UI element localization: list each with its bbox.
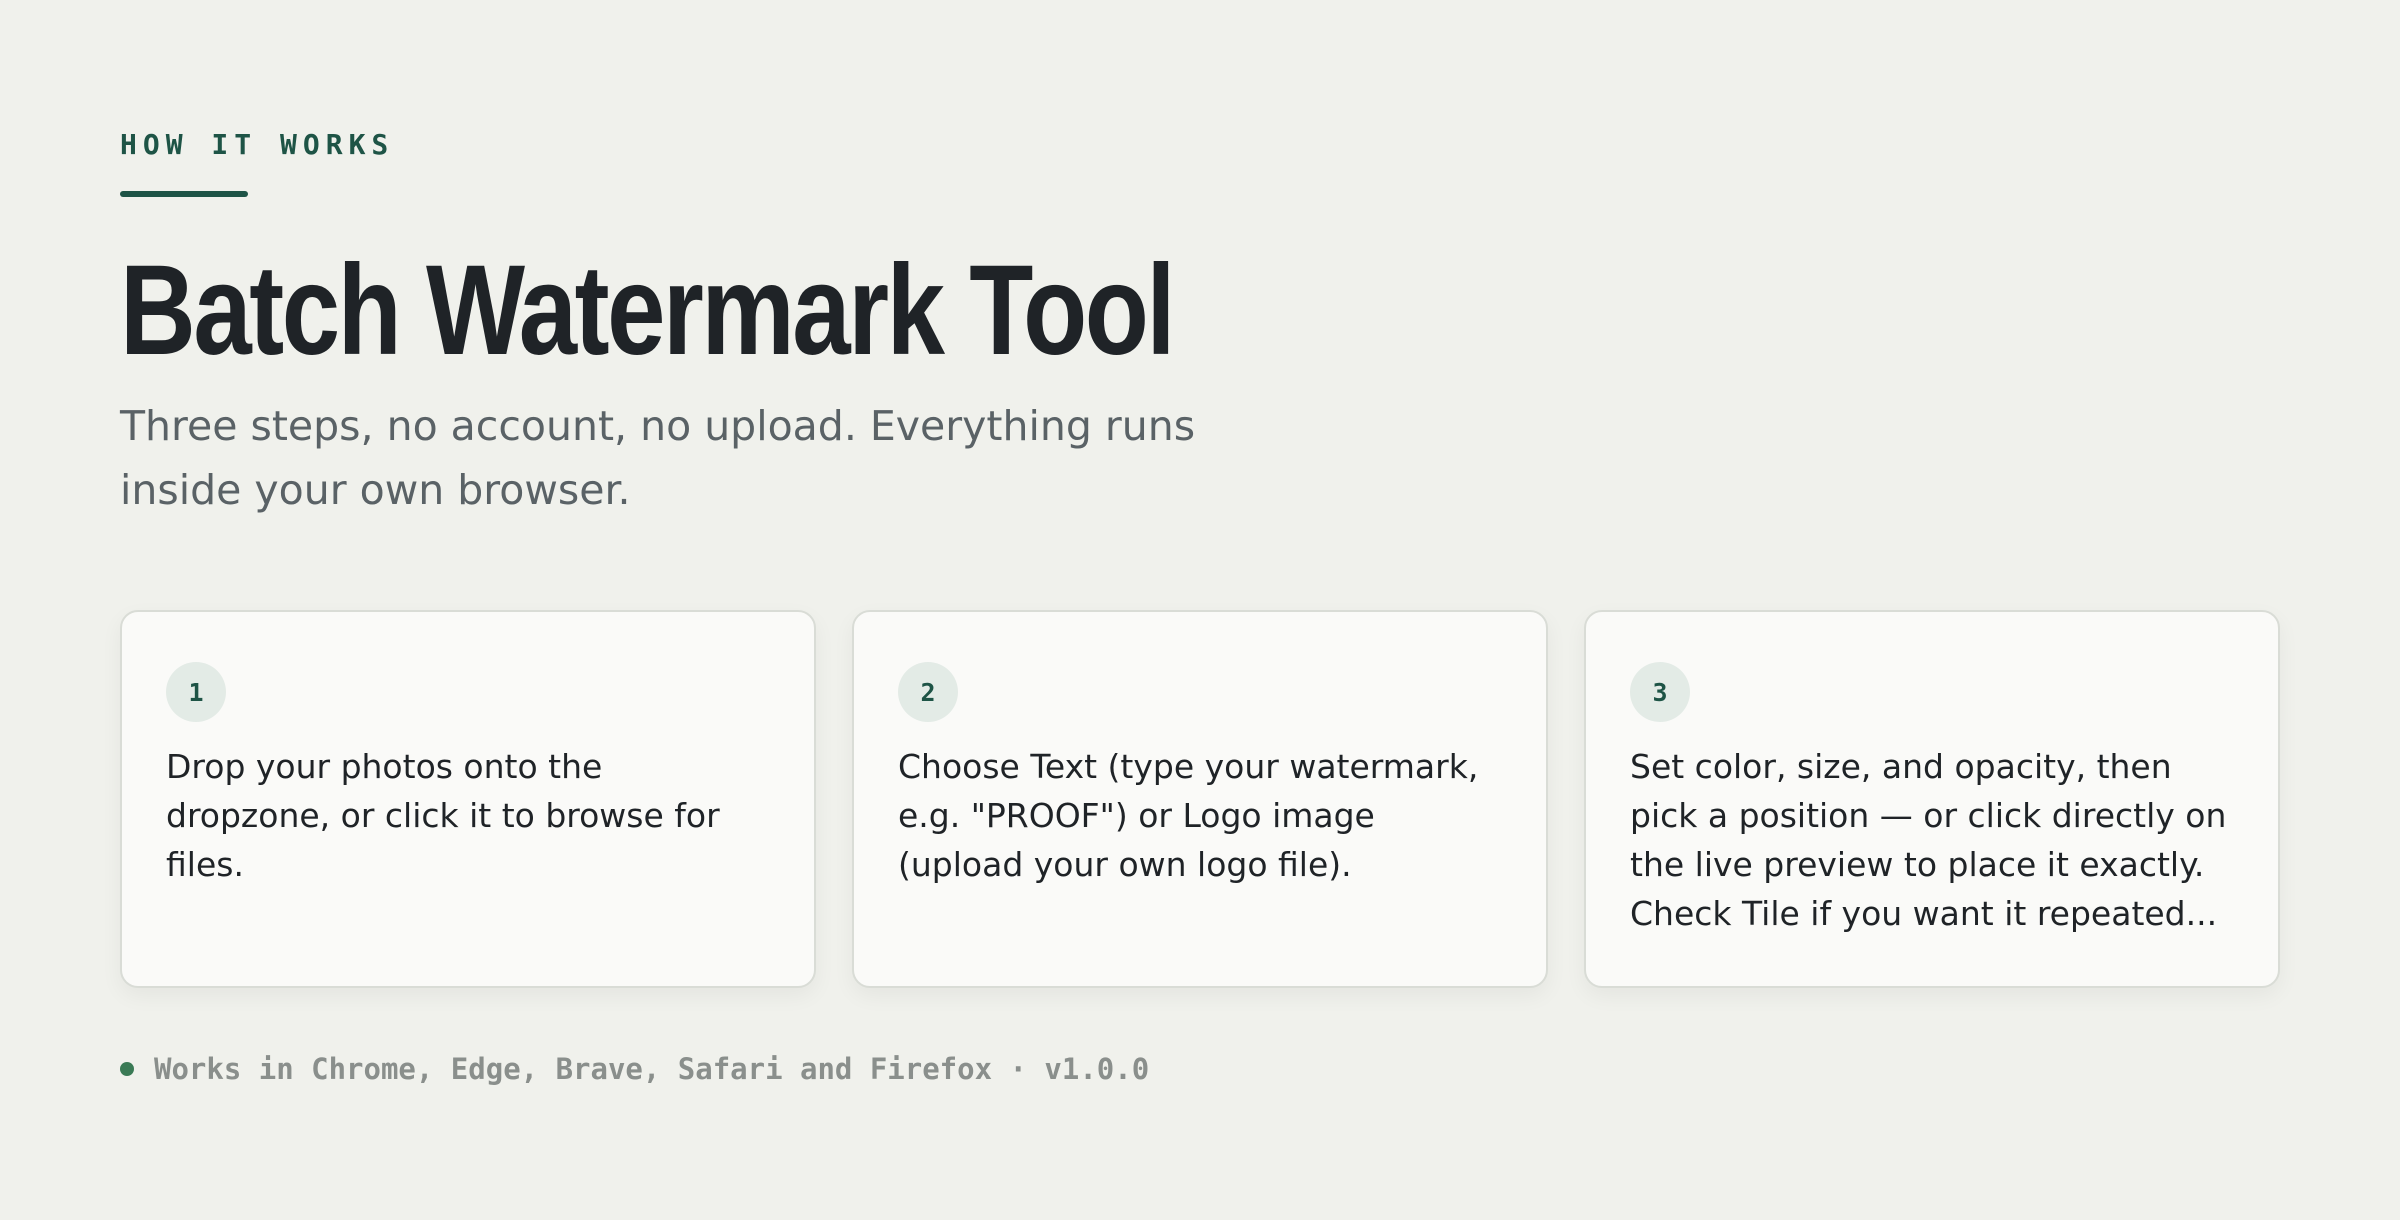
page-title: Batch Watermark Tool <box>120 239 1176 382</box>
step-number-badge: 3 <box>1630 662 1690 722</box>
steps-list: 1 Drop your photos onto the dropzone, or… <box>120 610 2280 988</box>
step-number-badge: 1 <box>166 662 226 722</box>
step-card-2: 2 Choose Text (type your watermark, e.g.… <box>852 610 1548 988</box>
step-number-badge: 2 <box>898 662 958 722</box>
page-subtitle: Three steps, no account, no upload. Ever… <box>120 402 1196 514</box>
step-description: Drop your photos onto the dropzone, or c… <box>166 747 720 884</box>
step-description: Choose Text (type your watermark, e.g. "… <box>898 747 1479 884</box>
step-card-3: 3 Set color, size, and opacity, then pic… <box>1584 610 2280 988</box>
section-eyebrow: HOW IT WORKS <box>120 128 395 161</box>
compatibility-footer: Works in Chrome, Edge, Brave, Safari and… <box>120 1052 1149 1086</box>
status-dot-icon <box>120 1062 134 1076</box>
how-it-works-page: HOW IT WORKS Batch Watermark Tool Three … <box>0 0 2400 1220</box>
eyebrow-underline <box>120 191 248 197</box>
compatibility-text: Works in Chrome, Edge, Brave, Safari and… <box>154 1052 1150 1086</box>
step-description: Set color, size, and opacity, then pick … <box>1630 747 2227 933</box>
step-card-1: 1 Drop your photos onto the dropzone, or… <box>120 610 816 988</box>
